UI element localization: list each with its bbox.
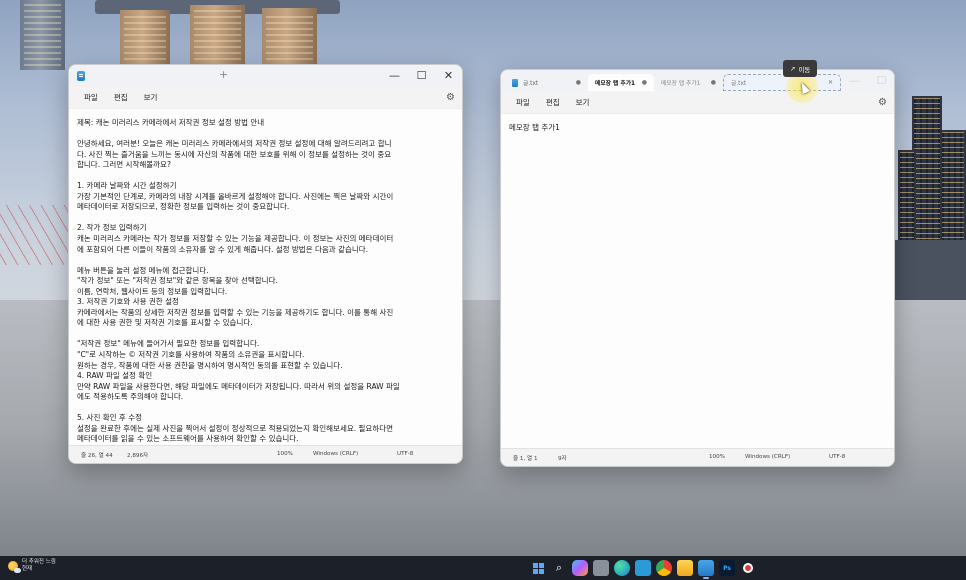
minimize-button[interactable]: —	[381, 65, 408, 86]
settings-gear-icon[interactable]: ⚙	[878, 97, 887, 108]
maximize-button[interactable]: ☐	[868, 70, 894, 91]
game-icon[interactable]	[635, 560, 651, 576]
cursor-position: 줄 26, 열 44	[81, 453, 113, 459]
tab-label: 글.txt	[731, 81, 747, 87]
zoom-level: 100%	[709, 454, 725, 460]
record-icon[interactable]	[740, 560, 756, 576]
new-tab-button[interactable]: +	[219, 68, 228, 81]
move-tooltip: ↗ 이동	[783, 60, 818, 77]
status-bar: 줄 1, 열 1 9자 100% Windows (CRLF) UTF-8	[501, 448, 894, 466]
encoding: UTF-8	[829, 454, 846, 460]
hotel-tower-2	[190, 5, 245, 70]
notepad-icon	[77, 70, 85, 81]
text-editor[interactable]: 제목: 캐논 미러리스 카메라에서 저작권 정보 설정 방법 안내 안녕하세요,…	[69, 108, 462, 445]
zoom-level: 100%	[277, 451, 293, 457]
edge-icon[interactable]	[614, 560, 630, 576]
notepad-window-right[interactable]: 글.txt ● 메모장 탭 추가1 ● 메모장 탭 추가1 ● 글.txt ✕ …	[500, 69, 895, 467]
tab-geul-txt[interactable]: 글.txt ●	[505, 74, 588, 91]
menu-file[interactable]: 파일	[508, 94, 538, 111]
minimize-button[interactable]: —	[841, 70, 868, 91]
line-ending: Windows (CRLF)	[313, 451, 359, 457]
move-label: 이동	[798, 65, 811, 74]
status-bar: 줄 26, 열 44 2,896자 100% Windows (CRLF) UT…	[69, 445, 462, 463]
gallery-icon[interactable]	[593, 560, 609, 576]
weather-partly-cloudy-icon	[8, 561, 21, 573]
distant-hills	[895, 240, 966, 300]
unsaved-dot-icon[interactable]: ●	[576, 79, 581, 86]
menu-view[interactable]: 보기	[568, 94, 598, 111]
title-bar[interactable]: + — ☐ ✕	[69, 65, 462, 86]
char-count: 2,896자	[127, 453, 149, 459]
char-count: 9자	[558, 456, 567, 462]
line-ending: Windows (CRLF)	[745, 454, 791, 460]
notepad-taskbar-icon[interactable]	[698, 560, 714, 579]
close-tab-icon[interactable]: ✕	[828, 79, 833, 86]
search-icon[interactable]: ⌕	[551, 560, 567, 576]
file-explorer-icon[interactable]	[677, 560, 693, 576]
tab-label: 글.txt	[523, 81, 539, 87]
weather-widget[interactable]: 더 추워진 느낌 현재	[8, 559, 56, 573]
unsaved-dot-icon[interactable]: ●	[711, 79, 716, 86]
hotel-tower-3	[262, 8, 317, 70]
cursor-position: 줄 1, 열 1	[513, 456, 538, 462]
tab-label: 메모장 탭 추가1	[595, 81, 636, 87]
close-button[interactable]: ✕	[435, 65, 462, 86]
title-bar[interactable]: 글.txt ● 메모장 탭 추가1 ● 메모장 탭 추가1 ● 글.txt ✕ …	[501, 70, 894, 91]
helix-bridge	[0, 205, 70, 265]
tab-memo-added-active[interactable]: 메모장 탭 추가1 ●	[588, 74, 654, 91]
encoding: UTF-8	[397, 451, 414, 457]
hotel-tower-1	[120, 10, 170, 70]
menu-bar: 파일 편집 보기 ⚙	[69, 86, 462, 108]
chrome-icon[interactable]	[656, 560, 672, 576]
notepad-window-left[interactable]: + — ☐ ✕ 파일 편집 보기 ⚙ 제목: 캐논 미러리스 카메라에서 저작권…	[68, 64, 463, 464]
tab-drag-ghost[interactable]: 글.txt ✕	[723, 74, 841, 91]
unsaved-dot-icon[interactable]: ●	[642, 79, 647, 86]
tab-label: 메모장 탭 추가1	[661, 81, 701, 87]
menu-bar: 파일 편집 보기 ⚙	[501, 91, 894, 113]
weather-subtext: 현재	[22, 566, 33, 572]
menu-file[interactable]: 파일	[76, 89, 106, 106]
building-left	[20, 0, 65, 70]
settings-gear-icon[interactable]: ⚙	[446, 92, 455, 103]
photoshop-icon[interactable]: Ps	[719, 560, 735, 576]
maximize-button[interactable]: ☐	[408, 65, 435, 86]
menu-view[interactable]: 보기	[136, 89, 166, 106]
text-editor[interactable]: 메모장 탭 추가1	[501, 113, 894, 448]
menu-edit[interactable]: 편집	[538, 94, 568, 111]
tab-memo-added-dragged[interactable]: 메모장 탭 추가1 ●	[654, 74, 723, 91]
weather-text: 더 추워진 느낌	[22, 559, 56, 565]
notepad-icon	[512, 78, 518, 87]
taskbar-apps: ⌕ Ps	[530, 560, 756, 579]
menu-edit[interactable]: 편집	[106, 89, 136, 106]
move-arrow-icon: ↗	[790, 64, 796, 73]
copilot-icon[interactable]	[572, 560, 588, 576]
taskbar: 더 추워진 느낌 현재 ⌕ Ps	[0, 556, 966, 580]
start-button[interactable]	[530, 560, 546, 576]
windows-logo-icon	[532, 562, 544, 574]
